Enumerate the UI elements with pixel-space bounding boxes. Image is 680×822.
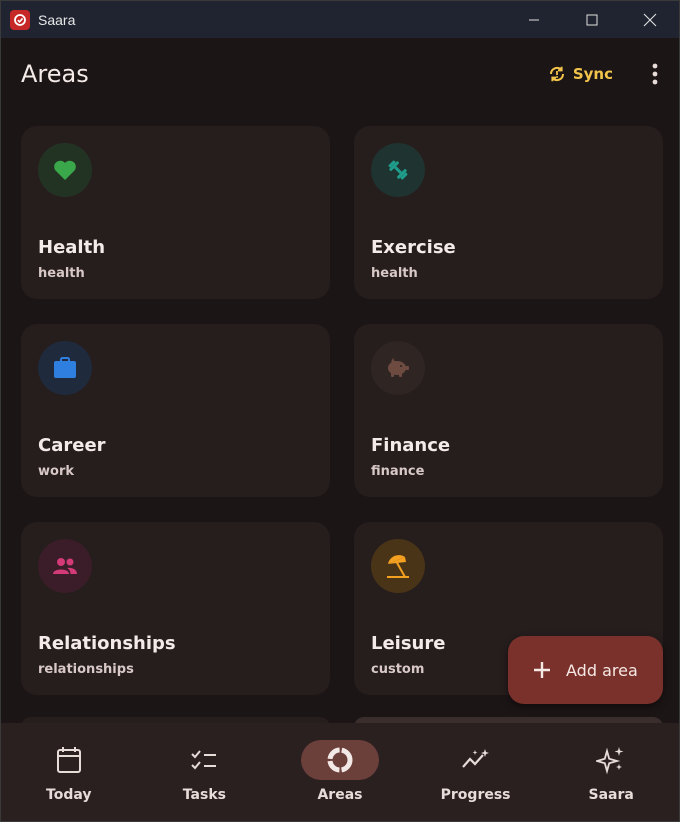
maximize-button[interactable] <box>563 1 621 38</box>
area-icon-circle <box>371 143 425 197</box>
umbrella-beach-icon <box>387 555 409 578</box>
piggy-bank-icon <box>388 358 409 377</box>
close-icon <box>643 13 657 26</box>
plus-icon <box>530 658 554 682</box>
nav-icon-container <box>572 740 650 780</box>
nav-icon-container <box>165 740 243 780</box>
area-category: health <box>371 266 418 281</box>
nav-item-areas[interactable]: Areas <box>272 723 408 821</box>
sync-label: Sync <box>572 65 613 83</box>
page-title: Areas <box>21 60 89 88</box>
area-category: work <box>38 464 74 479</box>
nav-icon-container <box>30 740 108 780</box>
area-category: relationships <box>38 662 134 677</box>
minimize-button[interactable] <box>505 1 563 38</box>
nav-icon-container <box>437 740 515 780</box>
checklist-icon <box>191 750 217 770</box>
nav-label: Progress <box>440 787 511 803</box>
nav-icon-container-active <box>300 740 379 780</box>
more-options-button[interactable] <box>635 54 675 94</box>
area-icon-circle <box>38 341 92 395</box>
area-card-finance[interactable]: Finance finance <box>354 324 663 497</box>
nav-item-saara[interactable]: Saara <box>543 723 679 821</box>
area-title: Career <box>38 435 106 456</box>
maximize-icon <box>586 14 598 25</box>
area-card-relationships[interactable]: Relationships relationships <box>21 522 330 695</box>
area-title: Exercise <box>371 237 456 258</box>
window-controls <box>505 1 679 38</box>
trend-sparkle-icon <box>461 749 489 768</box>
area-category: custom <box>371 662 425 677</box>
nav-item-progress[interactable]: Progress <box>408 723 544 821</box>
close-button[interactable] <box>621 1 679 38</box>
heart-icon <box>54 160 76 180</box>
area-title: Leisure <box>371 633 446 654</box>
sync-icon <box>549 66 564 82</box>
area-card-career[interactable]: Career work <box>21 324 330 497</box>
nav-label: Saara <box>588 787 634 803</box>
area-card-exercise[interactable]: Exercise health <box>354 126 663 299</box>
minimize-icon <box>529 19 539 20</box>
area-icon-circle <box>371 341 425 395</box>
area-card-health[interactable]: Health health <box>21 126 330 299</box>
area-title: Relationships <box>38 633 176 654</box>
sparkles-icon <box>596 747 624 775</box>
app-header: Areas Sync <box>1 38 679 110</box>
nav-label: Areas <box>317 787 363 803</box>
sync-button[interactable]: Sync <box>547 64 613 84</box>
add-area-label: Add area <box>566 660 638 680</box>
briefcase-icon <box>54 357 76 378</box>
nav-item-tasks[interactable]: Tasks <box>137 723 273 821</box>
area-category: finance <box>371 464 425 479</box>
area-title: Finance <box>371 435 451 456</box>
people-icon <box>53 558 77 574</box>
bottom-navigation: Today Tasks Areas Progress Saara <box>1 723 679 821</box>
area-icon-circle <box>38 539 92 593</box>
nav-item-today[interactable]: Today <box>1 723 137 821</box>
area-icon-circle <box>38 143 92 197</box>
title-bar: Saara <box>1 1 679 38</box>
window-title: Saara <box>38 11 76 28</box>
area-icon-circle <box>371 539 425 593</box>
nav-label: Today <box>46 787 92 803</box>
app-logo-icon <box>10 9 30 30</box>
nav-label: Tasks <box>182 787 226 803</box>
calendar-icon <box>56 747 81 773</box>
dumbbell-icon <box>388 160 408 180</box>
add-area-button[interactable]: Add area <box>508 636 663 704</box>
area-category: health <box>38 266 85 281</box>
area-title: Health <box>38 237 106 258</box>
app-window: Saara Areas Sync Health health Exercise … <box>0 0 680 822</box>
more-vertical-icon <box>652 63 658 85</box>
donut-icon <box>327 747 353 773</box>
